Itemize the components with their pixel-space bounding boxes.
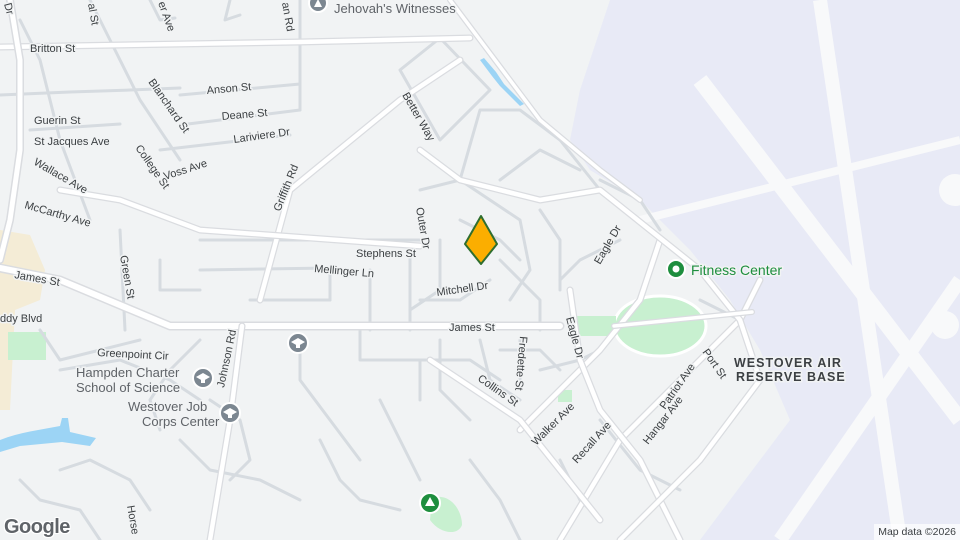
label-westover-job-line1: Westover Job [128, 399, 207, 414]
label-ddy-blvd: ddy Blvd [0, 313, 42, 325]
label-base-line1: WESTOVER AIR [734, 356, 842, 370]
poi-unnamed-school[interactable] [287, 332, 309, 354]
label-james-st: James St [449, 322, 495, 334]
airbase-label: WESTOVER AIR RESERVE BASE [733, 355, 847, 386]
label-westover-job-line2: Corps Center [142, 414, 220, 429]
label-guerin-st: Guerin St [34, 115, 80, 127]
label-fitness-center: Fitness Center [691, 262, 782, 278]
google-logo[interactable]: Google [4, 516, 70, 539]
map-canvas[interactable]: Britton St Anson St Deane St Lariviere D… [0, 0, 960, 540]
label-jehovahs-witnesses: Jehovah's Witnesses [334, 1, 456, 16]
label-stephens-st: Stephens St [356, 248, 416, 260]
label-st-jacques-ave: St Jacques Ave [34, 136, 110, 148]
poi-park[interactable] [419, 492, 441, 514]
map-attribution: Map data ©2026 [874, 524, 960, 540]
label-britton-st: Britton St [30, 43, 75, 55]
map-svg: Britton St Anson St Deane St Lariviere D… [0, 0, 960, 540]
label-hampden-charter-line1: Hampden Charter [76, 365, 180, 380]
label-base-line2: RESERVE BASE [736, 370, 846, 384]
label-hampden-charter-line2: School of Science [76, 380, 180, 395]
